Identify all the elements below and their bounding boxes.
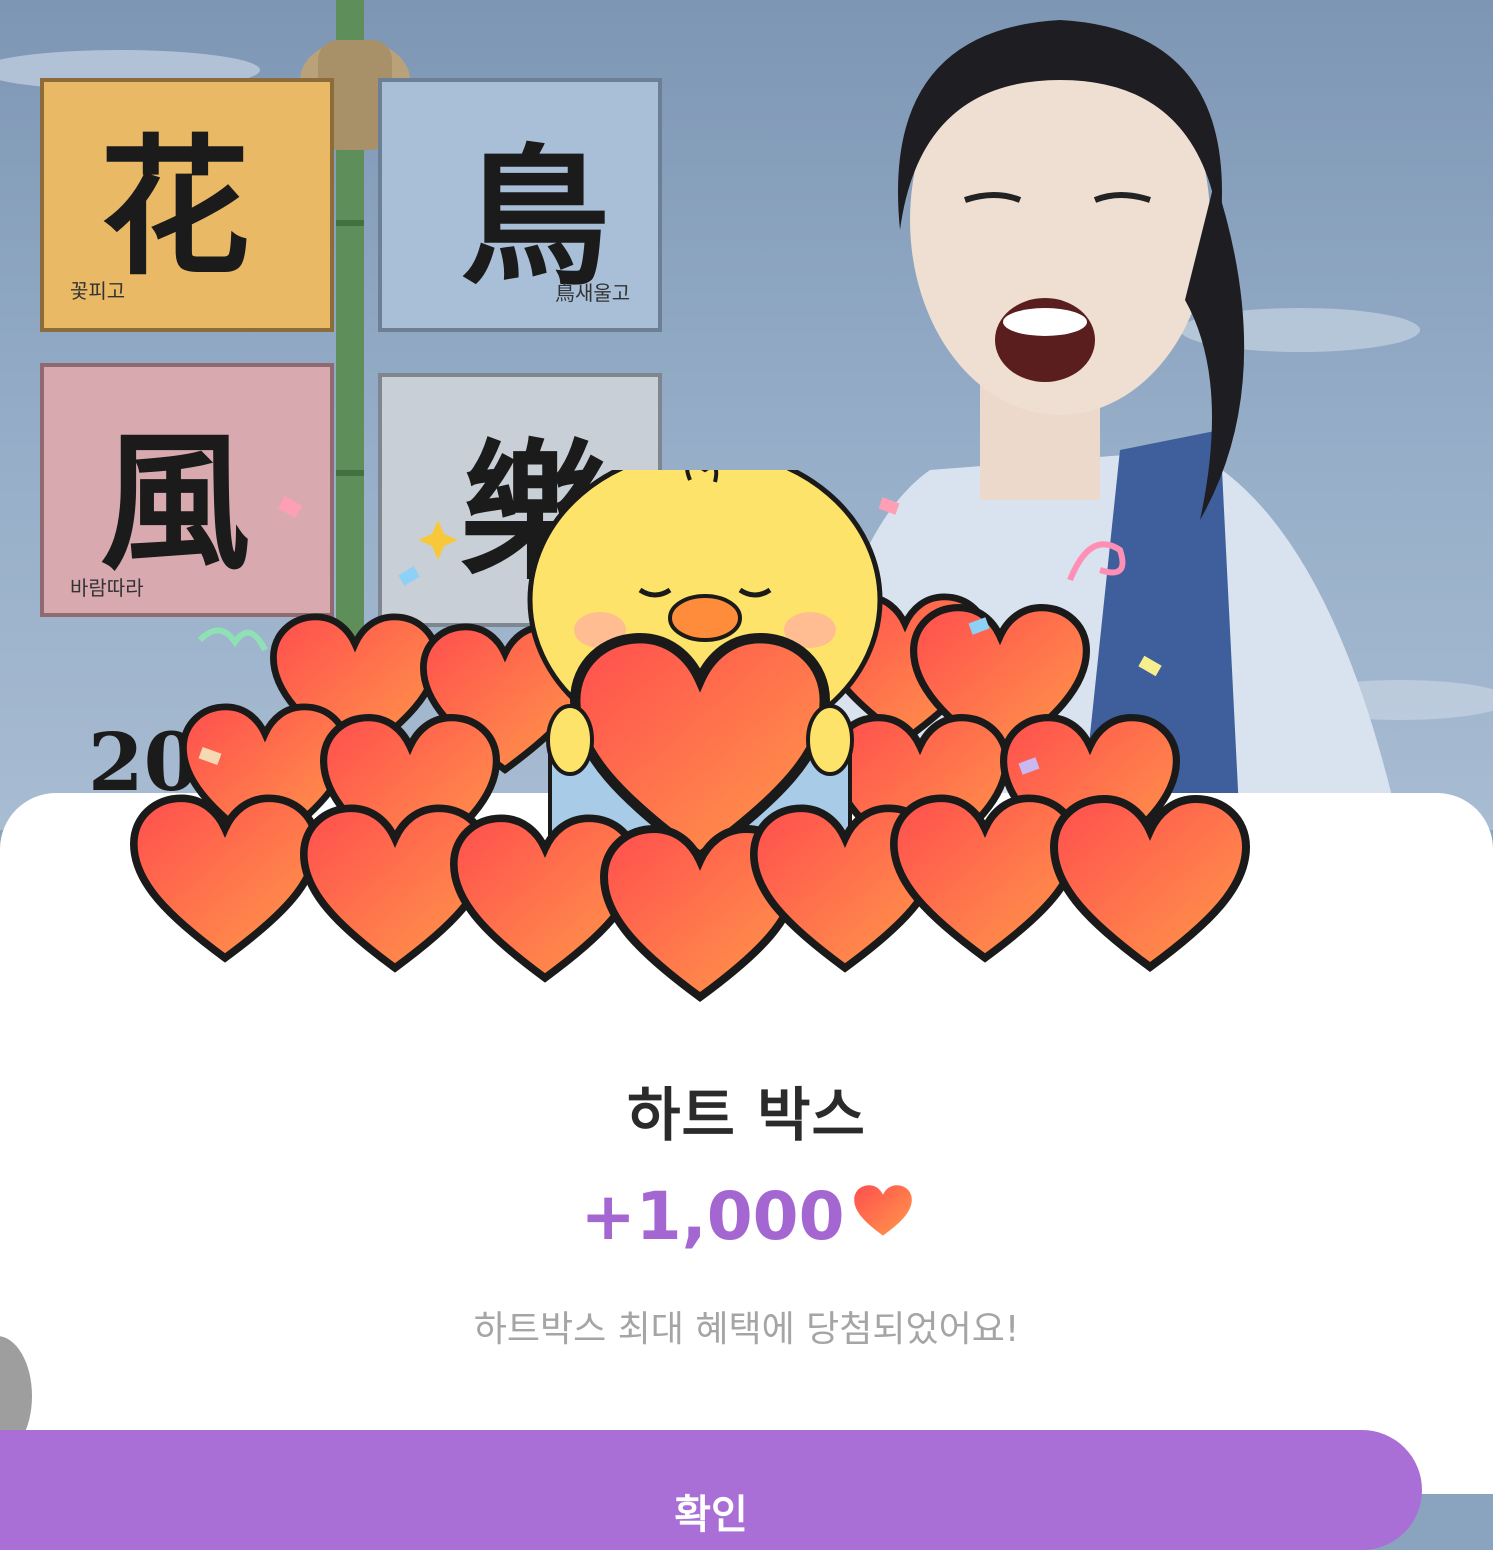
svg-text:꽃피고: 꽃피고 [70,279,125,303]
svg-text:花: 花 [100,120,250,296]
popup-title: 하트 박스 [627,1081,866,1149]
confirm-button[interactable]: 확인 [0,1430,1422,1550]
reward-amount: +1,000 [0,1178,1493,1255]
banner-flower: 花 꽃피고 [40,78,334,332]
banner-bird: 鳥 鳥새울고 [378,78,662,332]
reward-amount-value: +1,000 [580,1178,845,1255]
svg-text:鳥새울고: 鳥새울고 [555,281,630,305]
chick-mascot-icon [527,447,883,872]
heart-icon [853,1178,913,1255]
svg-text:鳥: 鳥 [460,130,610,306]
heart-box-illustration [120,447,1280,1014]
reward-message: 하트박스 최대 혜택에 당첨되었어요! [473,1309,1020,1350]
